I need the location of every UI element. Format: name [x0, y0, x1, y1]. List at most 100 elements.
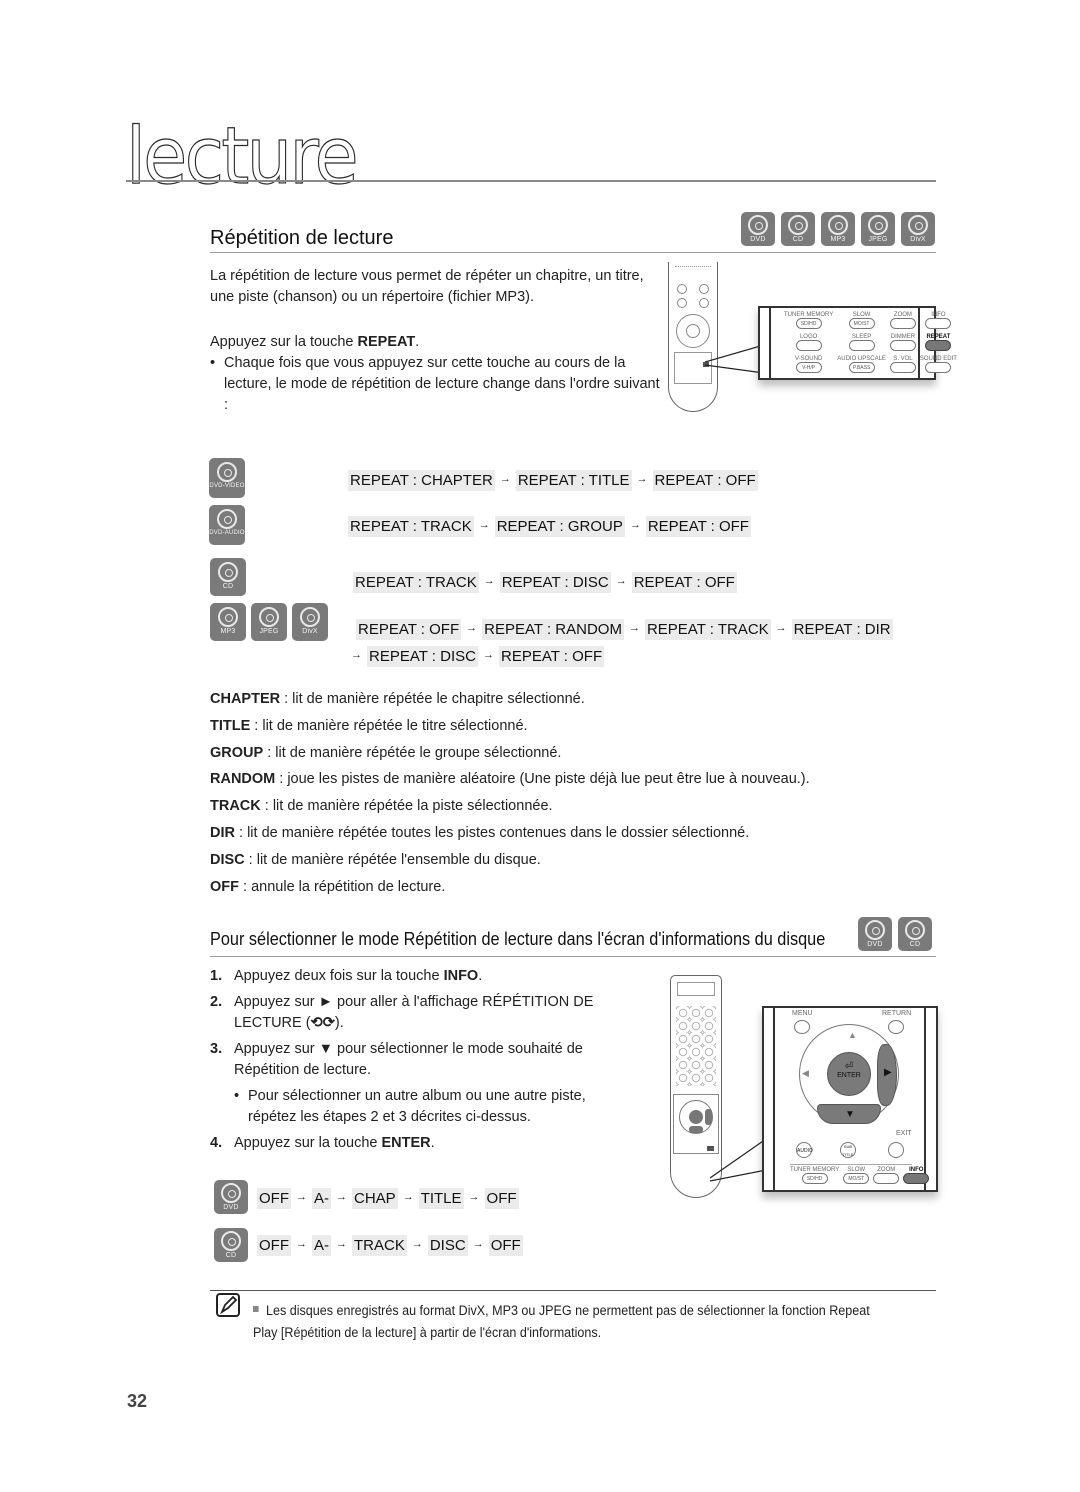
arrow-icon: →: [351, 648, 362, 661]
remote-button[interactable]: SD/HD: [795, 318, 822, 329]
definition-row: DISC : lit de manière répétée l'ensemble…: [210, 847, 810, 874]
arrow-icon: →: [629, 518, 641, 531]
jpeg-disc-icon: JPEG: [251, 603, 287, 641]
cd-disc-icon: CD: [214, 1228, 248, 1262]
cd-disc-icon: CD: [898, 917, 932, 951]
step-text: Appuyez deux fois sur la touche INFO.: [234, 968, 483, 984]
step-text: Appuyez sur la touche ENTER.: [234, 1135, 435, 1151]
definition-term: TITLE: [210, 717, 251, 734]
instruction-step: 1. Appuyez deux fois sur la touche INFO.: [210, 966, 630, 987]
instruction-step: 3. Appuyez sur ▼ pour sélectionner le mod…: [210, 1039, 630, 1081]
remote-bottom-buttons: TUNER MEMORY SD/HD SLOW MO/ST ZOOM INFO: [790, 1164, 930, 1192]
mp3-disc-icon: MP3: [210, 603, 246, 641]
definition-text: : lit de manière répétée l'ensemble du d…: [244, 851, 541, 868]
note-divider: [210, 1290, 936, 1291]
remote-button-cell: DIMMER: [889, 334, 916, 354]
enter-button[interactable]: ⏎ ENTER: [827, 1052, 871, 1096]
remote-button[interactable]: V-H/P: [795, 362, 822, 373]
arrow-icon: →: [775, 621, 787, 634]
step-number: 2.: [210, 994, 223, 1010]
definition-row: DIR : lit de manière répétée toutes les …: [210, 820, 810, 847]
remote-button[interactable]: [889, 340, 916, 351]
down-arrow-button[interactable]: ▼: [817, 1104, 881, 1124]
info-repeat-sequence-cd: OFF → A- → TRACK → DISC → OFF: [257, 1235, 523, 1256]
remote-button[interactable]: P.BASS: [848, 362, 875, 373]
definition-text: : lit de manière répétée la piste sélect…: [260, 798, 553, 815]
arrow-icon: →: [466, 621, 478, 634]
exit-button[interactable]: [888, 1142, 904, 1158]
remote-button-cell: SLOW MO/ST: [837, 312, 886, 332]
repeat-mode-step: OFF: [257, 1235, 291, 1256]
repeat-mode-step: A-: [312, 1188, 331, 1209]
return-label: RETURN: [882, 1010, 912, 1017]
step-number: 3.: [210, 1041, 223, 1057]
arrow-icon: →: [468, 1190, 480, 1203]
definition-row: TITLE : lit de manière répétée le titre …: [210, 713, 810, 740]
menu-button[interactable]: [794, 1020, 810, 1034]
remote-button-cell: SLOW MO/ST: [843, 1167, 870, 1192]
instruction-steps: 1. Appuyez deux fois sur la touche INFO. 2…: [210, 966, 630, 1159]
remote-zoom-panel-info: MENU RETURN ▲ ◀ ▶ ▼ ⏎ ENTER EXIT AUDIO S…: [762, 1006, 938, 1192]
repeat-sequence-cd: REPEAT : TRACK → REPEAT : DISC → REPEAT : OF…: [353, 572, 737, 593]
definition-term: RANDOM: [210, 771, 276, 788]
remote-button-cell: INFO: [903, 1167, 930, 1192]
definition-row: CHAPTER : lit de manière répétée le chap…: [210, 686, 810, 713]
repeat-mode-step: TITLE: [418, 1188, 464, 1209]
note-bullet: [253, 1306, 259, 1313]
remote-button[interactable]: [873, 1173, 900, 1184]
repeat-mode-step: REPEAT : DISC: [367, 646, 478, 667]
step-text: Appuyez sur ▼ pour sélectionner le mode …: [234, 1041, 583, 1078]
arrow-icon: →: [336, 1237, 347, 1250]
definition-term: DISC: [210, 851, 245, 868]
definition-term: OFF: [210, 878, 239, 895]
section-title: Répétition de lecture: [210, 227, 394, 249]
definition-term: CHAPTER: [210, 691, 281, 707]
repeat-mode-step: OFF: [488, 1235, 523, 1256]
remote-button[interactable]: [925, 318, 952, 329]
up-arrow-button[interactable]: ▲: [848, 1030, 857, 1040]
repeat-mode-step: REPEAT : DISC: [499, 572, 611, 593]
repeat-mode-step: REPEAT : TRACK: [644, 619, 771, 640]
subtitle-button[interactable]: SUB TITLE: [840, 1142, 856, 1158]
remote-button[interactable]: MO/ST: [843, 1173, 870, 1184]
repeat-mode-step: REPEAT : TRACK: [348, 516, 474, 537]
remote-button-cell: ZOOM: [889, 312, 916, 332]
mp3-disc-icon: MP3: [821, 212, 855, 246]
arrow-icon: →: [628, 621, 640, 634]
definition-term: GROUP: [210, 744, 264, 761]
remote-button[interactable]: [795, 340, 822, 351]
repeat-sequence-dvd-video: REPEAT : CHAPTER → REPEAT : TITLE → REPEAT :…: [348, 470, 758, 491]
remote-button[interactable]: [889, 362, 916, 373]
step-key: ⟲⟳: [310, 1015, 335, 1031]
return-button[interactable]: [888, 1020, 904, 1034]
repeat-mode-step: DISC: [427, 1235, 468, 1256]
left-arrow-button[interactable]: ◀: [802, 1068, 809, 1079]
press-instruction: Appuyez sur la touche REPEAT.: [210, 334, 420, 350]
remote-button[interactable]: [848, 340, 875, 351]
remote-button[interactable]: [889, 318, 916, 329]
chapter-divider: [126, 180, 936, 182]
dvd-audio-disc-icon: DVD-AUDIO: [209, 505, 245, 545]
remote-button[interactable]: [903, 1173, 930, 1184]
repeat-mode-step: A-: [312, 1235, 331, 1256]
definition-row: TRACK : lit de manière répétée la piste …: [210, 793, 810, 820]
repeat-key-label: REPEAT: [357, 334, 416, 350]
remote-button[interactable]: MO/ST: [848, 318, 875, 329]
enter-icon: ⏎: [844, 1061, 854, 1072]
remote-button[interactable]: [925, 340, 952, 351]
step-number: 1.: [210, 968, 223, 984]
repeat-mode-step: REPEAT : OFF: [356, 619, 462, 640]
definition-text: : lit de manière répétée le titre sélect…: [250, 717, 528, 734]
subsection-title: Pour sélectionner le mode Répétition de …: [210, 928, 826, 949]
audio-button[interactable]: AUDIO: [796, 1142, 813, 1158]
remote-button-cell: LOGO: [784, 334, 833, 354]
cd-disc-icon: CD: [210, 558, 246, 596]
remote-button[interactable]: SD/HD: [801, 1173, 828, 1184]
intro-paragraph: La répétition de lecture vous permet de …: [210, 268, 644, 305]
repeat-mode-step: REPEAT : OFF: [631, 572, 737, 593]
right-arrow-button[interactable]: ▶: [877, 1044, 897, 1106]
remote-button[interactable]: [925, 362, 952, 373]
remote-button-cell: V-SOUND V-H/P: [784, 356, 833, 376]
definition-term: DIR: [210, 824, 235, 841]
bullet-dot: •: [210, 355, 216, 371]
